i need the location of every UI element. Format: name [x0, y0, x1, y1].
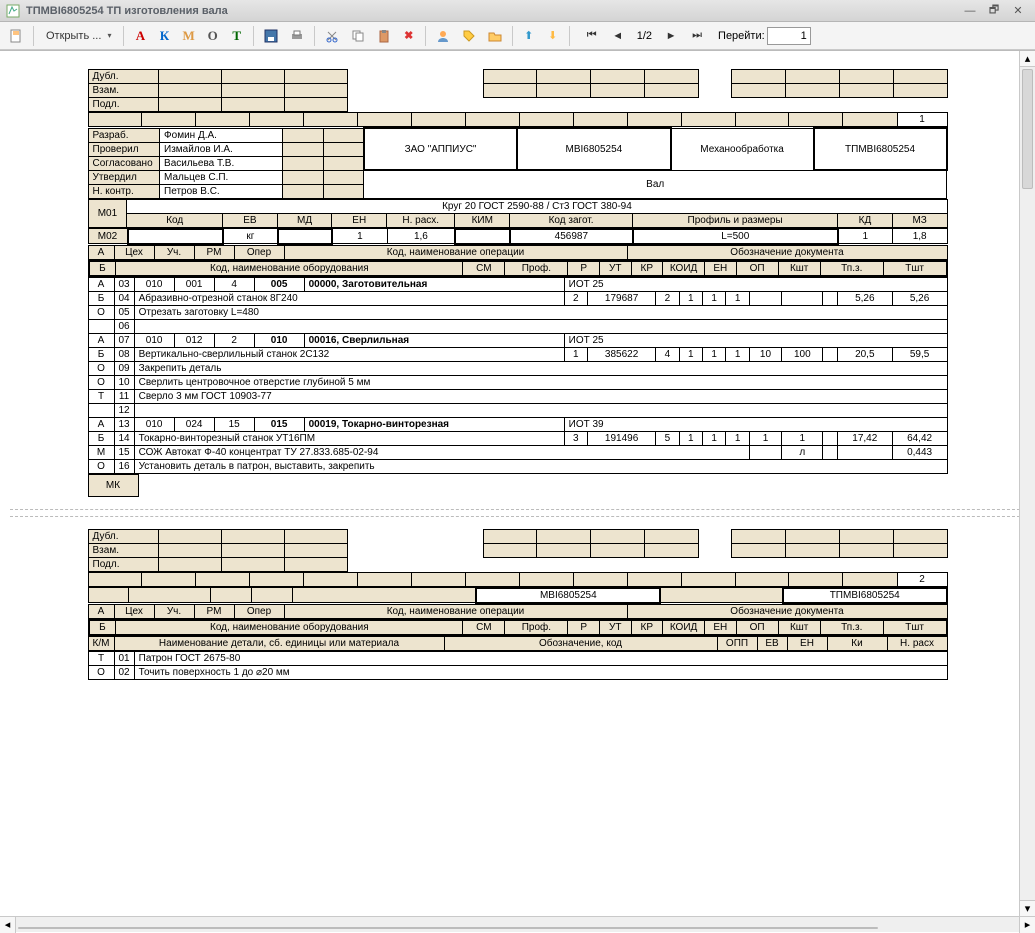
table-row: О10Сверлить центровочное отверстие глуби…: [88, 375, 947, 389]
table-row: 06: [88, 319, 947, 333]
table-row: 12: [88, 403, 947, 417]
arrow-up-icon[interactable]: ⬆: [518, 25, 540, 47]
folder-icon[interactable]: [483, 25, 507, 47]
table-row: Б08Вертикально-сверлильный станок 2С1321…: [88, 347, 947, 361]
stub-left: Дубл. Взам. Подл.: [88, 69, 348, 112]
hscroll-thumb[interactable]: [18, 927, 878, 929]
goto-label: Перейти:: [718, 30, 765, 42]
mk-footer: МК: [88, 474, 948, 497]
save-icon[interactable]: [259, 25, 283, 47]
table-row: Т11Сверло 3 мм ГОСТ 10903-77: [88, 389, 947, 403]
b-header-2: БКод, наименование оборудованияСМПроф.РУ…: [88, 619, 948, 636]
chevron-down-icon: ▾: [107, 31, 111, 40]
page-2: Дубл. Взам. Подл. 2 МВІ6805254ТПМВІ68052…: [88, 529, 948, 680]
app-icon: [6, 4, 20, 18]
operations-table: А03010001400500000, ЗаготовительнаяИОТ 2…: [88, 277, 948, 474]
first-page-icon[interactable]: ⏮: [581, 25, 603, 47]
copy-icon[interactable]: [346, 25, 370, 47]
delete-icon[interactable]: ✖: [398, 25, 420, 47]
page-indicator: 1/2: [633, 30, 656, 42]
new-doc-icon[interactable]: [4, 25, 28, 47]
print-icon[interactable]: [285, 25, 309, 47]
table-row: О05Отрезать заготовку L=480: [88, 305, 947, 319]
table-row: О02Точить поверхность 1 до ⌀20 мм: [88, 665, 947, 679]
part-name: Вал: [364, 170, 947, 198]
page-1: Дубл. Взам. Подл. 1 Разраб.Фомин Д.А. ЗА…: [88, 69, 948, 497]
header-block: Разраб.Фомин Д.А. ЗАО "АППИУС" МВІ680525…: [88, 127, 948, 199]
tag-icon[interactable]: [457, 25, 481, 47]
next-page-icon[interactable]: ►: [660, 25, 682, 47]
letter-o-button[interactable]: О: [202, 25, 224, 47]
km-header: К/МНаименование детали, сб. единицы или …: [88, 636, 948, 651]
letter-t-button[interactable]: Т: [226, 25, 248, 47]
paste-icon[interactable]: [372, 25, 396, 47]
a-header-2: АЦехУч.РМОперКод, наименование операцииО…: [88, 604, 948, 619]
table-row: О09Закрепить деталь: [88, 361, 947, 375]
stub-right: [483, 69, 948, 98]
table-row: М15СОЖ Автокат Ф-40 концентрат ТУ 27.833…: [88, 445, 947, 459]
scroll-left-icon[interactable]: ◂: [0, 917, 16, 933]
window-title: ТПМВІ6805254 ТП изготовления вала: [26, 5, 228, 17]
table-row: А130100241501500019, Токарно-винторезная…: [88, 417, 947, 431]
table-row: А07010012201000016, СверлильнаяИОТ 25: [88, 333, 947, 347]
operations-table-2: Т01Патрон ГОСТ 2675-80О02Точить поверхно…: [88, 651, 948, 680]
code1-cell: МВІ6805254: [517, 128, 670, 170]
letter-k-button[interactable]: К: [153, 25, 175, 47]
vertical-scrollbar[interactable]: ▴ ▾: [1019, 51, 1035, 916]
letter-a-button[interactable]: А: [129, 25, 151, 47]
table-row: А03010001400500000, ЗаготовительнаяИОТ 2…: [88, 277, 947, 291]
letter-m-button[interactable]: М: [177, 25, 199, 47]
document-viewport: ▴ ▾ Дубл. Взам. Подл. 1: [0, 50, 1035, 916]
open-button[interactable]: Открыть ...▾: [39, 25, 118, 47]
page-separator: [10, 509, 1025, 517]
restore-button[interactable]: 🗗: [983, 3, 1005, 19]
prev-page-icon[interactable]: ◄: [607, 25, 629, 47]
scroll-down-icon[interactable]: ▾: [1020, 900, 1035, 916]
user-icon[interactable]: [431, 25, 455, 47]
table-row: Т01Патрон ГОСТ 2675-80: [88, 651, 947, 665]
goto-input[interactable]: [767, 27, 811, 45]
cut-icon[interactable]: [320, 25, 344, 47]
page-number-row: 1: [88, 112, 948, 127]
pager: ⏮ ◄ 1/2 ► ⏭: [581, 25, 708, 47]
material-row: М01Круг 20 ГОСТ 2590-88 / Ст3 ГОСТ 380-9…: [88, 199, 948, 228]
titlebar: ТПМВІ6805254 ТП изготовления вала — 🗗 ✕: [0, 0, 1035, 22]
last-page-icon[interactable]: ⏭: [686, 25, 708, 47]
stub-left-2: Дубл. Взам. Подл.: [88, 529, 348, 572]
b-header: БКод, наименование оборудованияСМПроф.РУ…: [88, 260, 948, 277]
table-row: Б14Токарно-винторезный станок УТ16ПМ3191…: [88, 431, 947, 445]
close-button[interactable]: ✕: [1007, 3, 1029, 19]
code2-cell: ТПМВІ6805254: [814, 128, 947, 170]
stub-right-2: [483, 529, 948, 558]
table-row: Б04Абразивно-отрезной станок 8Г240217968…: [88, 291, 947, 305]
arrow-down-icon[interactable]: ⬇: [542, 25, 564, 47]
material-values: М02 кг11,6456987L=50011,8: [88, 228, 948, 245]
process-cell: Механообработка: [671, 128, 814, 170]
scroll-thumb[interactable]: [1022, 69, 1033, 189]
a-header: АЦехУч.РМОперКод, наименование операцииО…: [88, 245, 948, 260]
horizontal-scrollbar[interactable]: ◂ ▸: [0, 916, 1035, 932]
scroll-up-icon[interactable]: ▴: [1020, 51, 1035, 67]
codes-row-2: МВІ6805254ТПМВІ6805254: [88, 587, 948, 604]
toolbar: Открыть ...▾ А К М О Т ✖ ⬆ ⬇ ⏮ ◄ 1/2 ► ⏭…: [0, 22, 1035, 50]
company-cell: ЗАО "АППИУС": [364, 128, 517, 170]
table-row: О16Установить деталь в патрон, выставить…: [88, 459, 947, 473]
minimize-button[interactable]: —: [959, 3, 981, 19]
scroll-right-icon[interactable]: ▸: [1019, 917, 1035, 933]
